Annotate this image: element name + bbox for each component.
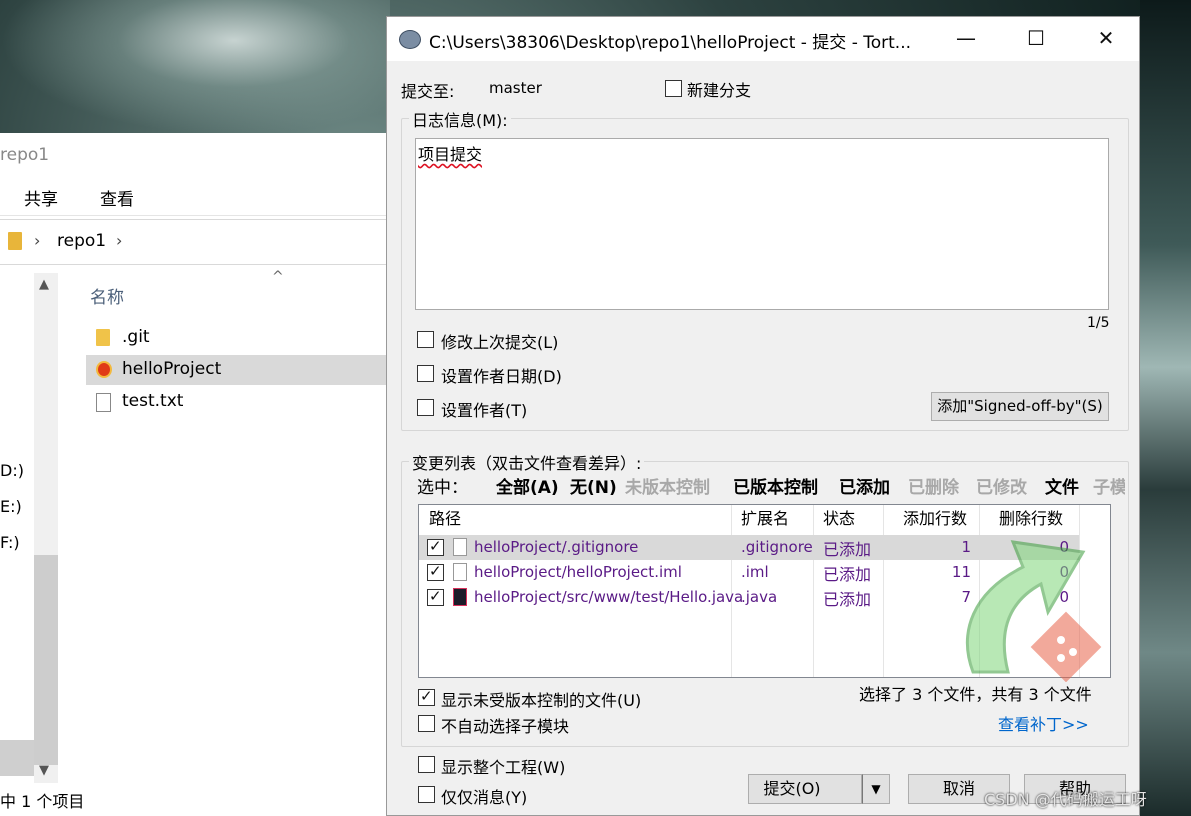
minimize-button[interactable]: — bbox=[943, 23, 989, 53]
column-header-status[interactable]: 状态 bbox=[823, 505, 855, 533]
column-header-path[interactable]: 路径 bbox=[429, 505, 461, 533]
file-name: .git bbox=[122, 327, 150, 347]
file-row-helloproject[interactable]: helloProject bbox=[86, 355, 390, 385]
new-branch-checkbox[interactable] bbox=[665, 80, 682, 97]
file-name: test.txt bbox=[122, 391, 184, 411]
show-unversioned-checkbox[interactable] bbox=[418, 687, 435, 706]
tortoisegit-logo-icon bbox=[965, 540, 1102, 682]
ribbon-tab-view[interactable]: 查看 bbox=[100, 185, 134, 210]
signed-off-by-button[interactable]: 添加"Signed-off-by"(S) bbox=[931, 392, 1109, 421]
nav-selected-highlight bbox=[0, 740, 34, 776]
cell-extension: .java bbox=[741, 588, 778, 606]
scroll-down-icon[interactable]: ▼ bbox=[39, 763, 49, 778]
desktop-wallpaper-right bbox=[1140, 0, 1191, 816]
commit-to-label: 提交至: bbox=[401, 82, 455, 101]
desktop-wallpaper bbox=[0, 0, 390, 135]
file-icon bbox=[453, 563, 467, 581]
tortoise-app-icon bbox=[399, 30, 421, 49]
filter-modified-link[interactable]: 已修改 bbox=[976, 473, 1027, 495]
address-bar[interactable]: › repo1 › bbox=[0, 219, 387, 265]
show-whole-project-checkbox[interactable] bbox=[418, 756, 435, 773]
view-patch-link[interactable]: 查看补丁>> bbox=[998, 711, 1089, 735]
message-only-label[interactable]: 仅仅消息(Y) bbox=[441, 784, 527, 808]
close-button[interactable]: ✕ bbox=[1083, 23, 1129, 53]
message-group-label: 日志信息(M): bbox=[409, 107, 511, 131]
filter-deleted-link[interactable]: 已删除 bbox=[908, 473, 959, 495]
scroll-up-icon[interactable]: ▲ bbox=[39, 277, 49, 292]
nav-pane-scrollbar[interactable]: ▲ ▼ bbox=[34, 273, 58, 783]
cell-status: 已添加 bbox=[823, 540, 872, 559]
chevron-right-icon: › bbox=[34, 231, 41, 250]
set-author-label[interactable]: 设置作者(T) bbox=[441, 397, 527, 421]
cell-extension: .iml bbox=[741, 563, 769, 581]
cell-status: 已添加 bbox=[823, 565, 872, 584]
cell-path: helloProject/.gitignore bbox=[474, 538, 639, 556]
amend-label[interactable]: 修改上次提交(L) bbox=[441, 329, 558, 353]
amend-checkbox[interactable] bbox=[417, 331, 434, 348]
file-row-test-txt[interactable]: test.txt bbox=[86, 387, 390, 417]
row-checkbox[interactable] bbox=[427, 587, 444, 606]
file-row-git[interactable]: .git bbox=[86, 323, 390, 353]
cell-status: 已添加 bbox=[823, 590, 872, 609]
filter-unversioned-link[interactable]: 未版本控制 bbox=[625, 473, 710, 495]
show-whole-project-label[interactable]: 显示整个工程(W) bbox=[441, 754, 565, 778]
filter-submodules-link[interactable]: 子模块 bbox=[1093, 473, 1125, 495]
sort-ascending-icon: ^ bbox=[272, 269, 284, 285]
filter-added-link[interactable]: 已添加 bbox=[839, 473, 890, 495]
scrollbar-thumb[interactable] bbox=[34, 555, 58, 765]
author-date-label[interactable]: 设置作者日期(D) bbox=[441, 363, 562, 387]
commit-dialog: C:\Users\38306\Desktop\repo1\helloProjec… bbox=[386, 16, 1140, 816]
line-counter: 1/5 bbox=[1087, 315, 1110, 331]
no-auto-submodule-checkbox[interactable] bbox=[418, 715, 435, 732]
selection-summary: 选择了 3 个文件，共有 3 个文件 bbox=[859, 685, 1092, 704]
filter-all-link[interactable]: 全部(A) bbox=[496, 473, 559, 495]
filter-versioned-link[interactable]: 已版本控制 bbox=[733, 473, 818, 495]
column-header-extension[interactable]: 扩展名 bbox=[741, 505, 789, 533]
commit-message-textarea[interactable]: 项目提交 bbox=[415, 138, 1109, 310]
cell-path: helloProject/helloProject.iml bbox=[474, 563, 682, 581]
show-unversioned-label[interactable]: 显示未受版本控制的文件(U) bbox=[441, 687, 641, 711]
file-explorer-window: repo1 共享 查看 › repo1 › ^ 名称 ▲ ▼ D:) E:) F… bbox=[0, 133, 390, 816]
set-author-checkbox[interactable] bbox=[417, 399, 434, 416]
row-checkbox[interactable] bbox=[427, 537, 444, 556]
ribbon-tab-share[interactable]: 共享 bbox=[24, 185, 58, 210]
filter-files-link[interactable]: 文件 bbox=[1045, 473, 1079, 495]
window-title: C:\Users\38306\Desktop\repo1\helloProjec… bbox=[429, 33, 912, 53]
commit-button[interactable]: 提交(O) bbox=[748, 774, 862, 804]
author-date-checkbox[interactable] bbox=[417, 365, 434, 382]
changes-group-label: 变更列表（双击文件查看差异）: bbox=[409, 450, 645, 474]
breadcrumb[interactable]: repo1 bbox=[57, 231, 106, 251]
row-checkbox[interactable] bbox=[427, 562, 444, 581]
nav-drive-d[interactable]: D:) bbox=[0, 461, 24, 480]
new-branch-label[interactable]: 新建分支 bbox=[687, 77, 751, 101]
select-label: 选中： bbox=[417, 478, 468, 495]
selection-filter-bar: 选中： 全部(A) 无(N) 未版本控制 已版本控制 已添加 已删除 已修改 文… bbox=[417, 473, 1125, 495]
title-bar: C:\Users\38306\Desktop\repo1\helloProjec… bbox=[387, 17, 1139, 61]
tortoisegit-repo-icon bbox=[96, 361, 112, 378]
intellij-file-icon bbox=[453, 588, 467, 606]
csdn-watermark: CSDN @代码搬运工呀 bbox=[984, 790, 1147, 809]
file-icon bbox=[453, 538, 467, 556]
text-file-icon bbox=[96, 393, 111, 412]
no-auto-submodule-label[interactable]: 不自动选择子模块 bbox=[441, 713, 569, 737]
status-bar-text: 中 1 个项目 bbox=[0, 792, 85, 811]
cell-path: helloProject/src/www/test/Hello.java bbox=[474, 588, 744, 606]
branch-name: master bbox=[489, 79, 542, 97]
folder-icon bbox=[96, 329, 110, 346]
commit-message-text: 项目提交 bbox=[418, 145, 483, 164]
explorer-title: repo1 bbox=[0, 145, 50, 165]
nav-drive-e[interactable]: E:) bbox=[0, 497, 22, 516]
commit-dropdown-arrow-icon[interactable]: ▼ bbox=[862, 774, 890, 804]
chevron-right-icon: › bbox=[116, 231, 123, 250]
nav-drive-f[interactable]: F:) bbox=[0, 533, 20, 552]
file-name: helloProject bbox=[122, 359, 222, 379]
message-only-checkbox[interactable] bbox=[418, 786, 435, 803]
maximize-button[interactable]: ☐ bbox=[1013, 23, 1059, 53]
column-header-name[interactable]: 名称 bbox=[90, 283, 124, 308]
cell-extension: .gitignore bbox=[741, 538, 813, 556]
filter-none-link[interactable]: 无(N) bbox=[570, 473, 617, 495]
explorer-ribbon: 共享 查看 bbox=[0, 177, 390, 216]
folder-icon bbox=[8, 232, 22, 250]
